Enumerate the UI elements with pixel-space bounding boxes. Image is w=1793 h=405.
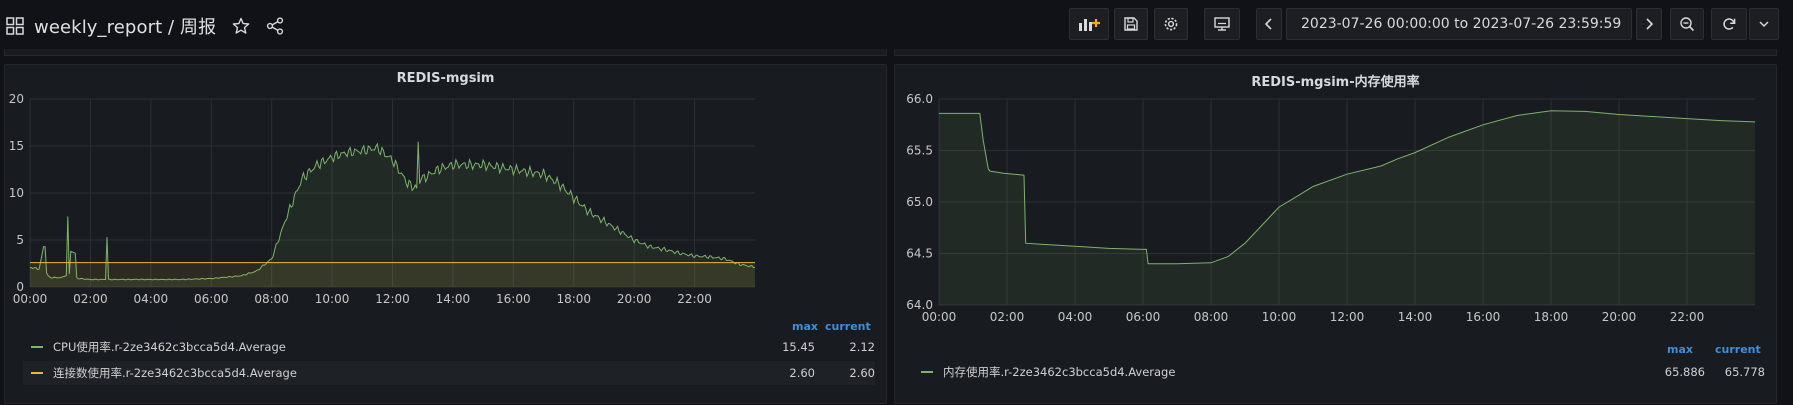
series-color-swatch bbox=[921, 371, 933, 373]
dashboard-grid-icon[interactable] bbox=[6, 17, 24, 35]
time-back-icon bbox=[1264, 18, 1272, 30]
zoom-out-button[interactable] bbox=[1670, 8, 1704, 40]
x-tick-label: 12:00 bbox=[1330, 310, 1365, 324]
add-panel-icon bbox=[1079, 19, 1100, 31]
x-tick-label: 16:00 bbox=[496, 292, 531, 306]
x-tick-label: 16:00 bbox=[1466, 310, 1501, 324]
panel-redis-memory[interactable]: REDIS-mgsim-内存使用率 64.0 64.5 65.0 65.5 66.0 00… bbox=[894, 64, 1777, 404]
y-tick-label: 5 bbox=[16, 233, 24, 247]
series-color-swatch bbox=[31, 346, 43, 348]
time-range-back-button[interactable] bbox=[1256, 8, 1282, 40]
x-tick-label: 22:00 bbox=[677, 292, 712, 306]
x-tick-label: 00:00 bbox=[922, 310, 957, 324]
legend-current-value: 65.778 bbox=[1724, 365, 1765, 379]
save-icon bbox=[1124, 17, 1138, 31]
x-tick-label: 06:00 bbox=[194, 292, 229, 306]
cpu-connections-chart[interactable]: 0510152000:00 02:00 04:00 06:00 08:00 10:00 12… bbox=[5, 91, 886, 331]
y-tick-label: 64.5 bbox=[906, 247, 933, 261]
x-tick-label: 10:00 bbox=[1262, 310, 1297, 324]
refresh-interval-dropdown[interactable] bbox=[1749, 8, 1779, 40]
legend-series-name: 连接数使用率.r-2ze3462c3bcca5d4.Average bbox=[53, 366, 297, 380]
save-dashboard-button[interactable] bbox=[1114, 8, 1148, 40]
legend-max-value: 65.886 bbox=[1664, 365, 1705, 379]
dashboard-title[interactable]: weekly_report / 周报 bbox=[34, 13, 216, 39]
top-navbar: weekly_report / 周报 2023-07-26 00:00:00 t… bbox=[0, 0, 1793, 48]
panel-above-right-edge bbox=[894, 49, 1777, 56]
x-tick-label: 14:00 bbox=[436, 292, 471, 306]
share-icon[interactable] bbox=[266, 17, 284, 35]
refresh-icon bbox=[1723, 18, 1736, 30]
time-range-label: 2023-07-26 00:00:00 to 2023-07-26 23:59:… bbox=[1301, 16, 1622, 32]
series-color-swatch bbox=[31, 372, 43, 374]
y-tick-label: 10 bbox=[9, 186, 24, 200]
y-tick-label: 65.5 bbox=[906, 144, 933, 158]
y-tick-label: 15 bbox=[9, 139, 24, 153]
chevron-down-icon bbox=[1759, 21, 1769, 28]
add-panel-button[interactable] bbox=[1069, 8, 1109, 40]
tv-mode-icon bbox=[1214, 17, 1230, 31]
x-tick-label: 18:00 bbox=[556, 292, 591, 306]
x-tick-label: 14:00 bbox=[1398, 310, 1433, 324]
refresh-button[interactable] bbox=[1711, 8, 1747, 40]
time-range-forward-button[interactable] bbox=[1636, 8, 1662, 40]
y-tick-label: 66.0 bbox=[906, 92, 933, 106]
x-tick-label: 18:00 bbox=[1534, 310, 1569, 324]
time-range-picker[interactable]: 2023-07-26 00:00:00 to 2023-07-26 23:59:… bbox=[1286, 8, 1632, 40]
x-tick-label: 20:00 bbox=[1602, 310, 1637, 324]
legend-max-value: 15.45 bbox=[782, 340, 815, 354]
legend-series-name: 内存使用率.r-2ze3462c3bcca5d4.Average bbox=[943, 365, 1176, 379]
panel-redis-cpu[interactable]: REDIS-mgsim 0 5 10 15 20 00:00 02:00 04:00 06:00… bbox=[4, 64, 887, 404]
panel-above-left-edge bbox=[4, 49, 887, 56]
zoom-out-icon bbox=[1680, 17, 1695, 32]
legend-current-value: 2.60 bbox=[849, 366, 875, 380]
x-tick-label: 02:00 bbox=[990, 310, 1025, 324]
memory-usage-chart[interactable]: 64.064.565.065.566.000:00 02:00 04:00 06:00… bbox=[895, 91, 1776, 331]
legend-item-memory[interactable]: 内存使用率.r-2ze3462c3bcca5d4.Average 65.886 … bbox=[913, 360, 1765, 384]
legend-series-name: CPU使用率.r-2ze3462c3bcca5d4.Average bbox=[53, 340, 286, 354]
panel-title[interactable]: REDIS-mgsim-内存使用率 bbox=[895, 71, 1776, 90]
x-tick-label: 10:00 bbox=[315, 292, 350, 306]
legend-max-value: 2.60 bbox=[789, 366, 815, 380]
legend-item-connections[interactable]: 连接数使用率.r-2ze3462c3bcca5d4.Average 2.60 2… bbox=[23, 361, 875, 385]
legend-current-value: 2.12 bbox=[849, 340, 875, 354]
legend-header-max[interactable]: max bbox=[792, 320, 818, 333]
legend-header-current[interactable]: current bbox=[1715, 343, 1761, 356]
x-tick-label: 04:00 bbox=[134, 292, 169, 306]
y-tick-label: 65.0 bbox=[906, 195, 933, 209]
dashboard-title-area: weekly_report / 周报 bbox=[6, 13, 284, 39]
legend-header-max[interactable]: max bbox=[1667, 343, 1693, 356]
x-tick-label: 06:00 bbox=[1126, 310, 1161, 324]
legend-header-current[interactable]: current bbox=[825, 320, 871, 333]
series-area-fill bbox=[30, 262, 755, 287]
y-tick-label: 20 bbox=[9, 92, 24, 106]
settings-icon bbox=[1164, 17, 1178, 31]
x-tick-label: 04:00 bbox=[1058, 310, 1093, 324]
time-forward-icon bbox=[1646, 18, 1654, 30]
dashboard-settings-button[interactable] bbox=[1154, 8, 1188, 40]
legend-item-cpu[interactable]: CPU使用率.r-2ze3462c3bcca5d4.Average 15.45 … bbox=[23, 335, 875, 359]
x-tick-label: 12:00 bbox=[375, 292, 410, 306]
x-tick-label: 22:00 bbox=[1670, 310, 1705, 324]
tv-mode-button[interactable] bbox=[1204, 8, 1240, 40]
x-tick-label: 00:00 bbox=[13, 292, 48, 306]
x-tick-label: 08:00 bbox=[1194, 310, 1229, 324]
x-tick-label: 08:00 bbox=[254, 292, 289, 306]
star-icon[interactable] bbox=[232, 17, 250, 35]
x-tick-label: 02:00 bbox=[73, 292, 108, 306]
panel-title[interactable]: REDIS-mgsim bbox=[5, 71, 886, 86]
x-tick-label: 20:00 bbox=[617, 292, 652, 306]
